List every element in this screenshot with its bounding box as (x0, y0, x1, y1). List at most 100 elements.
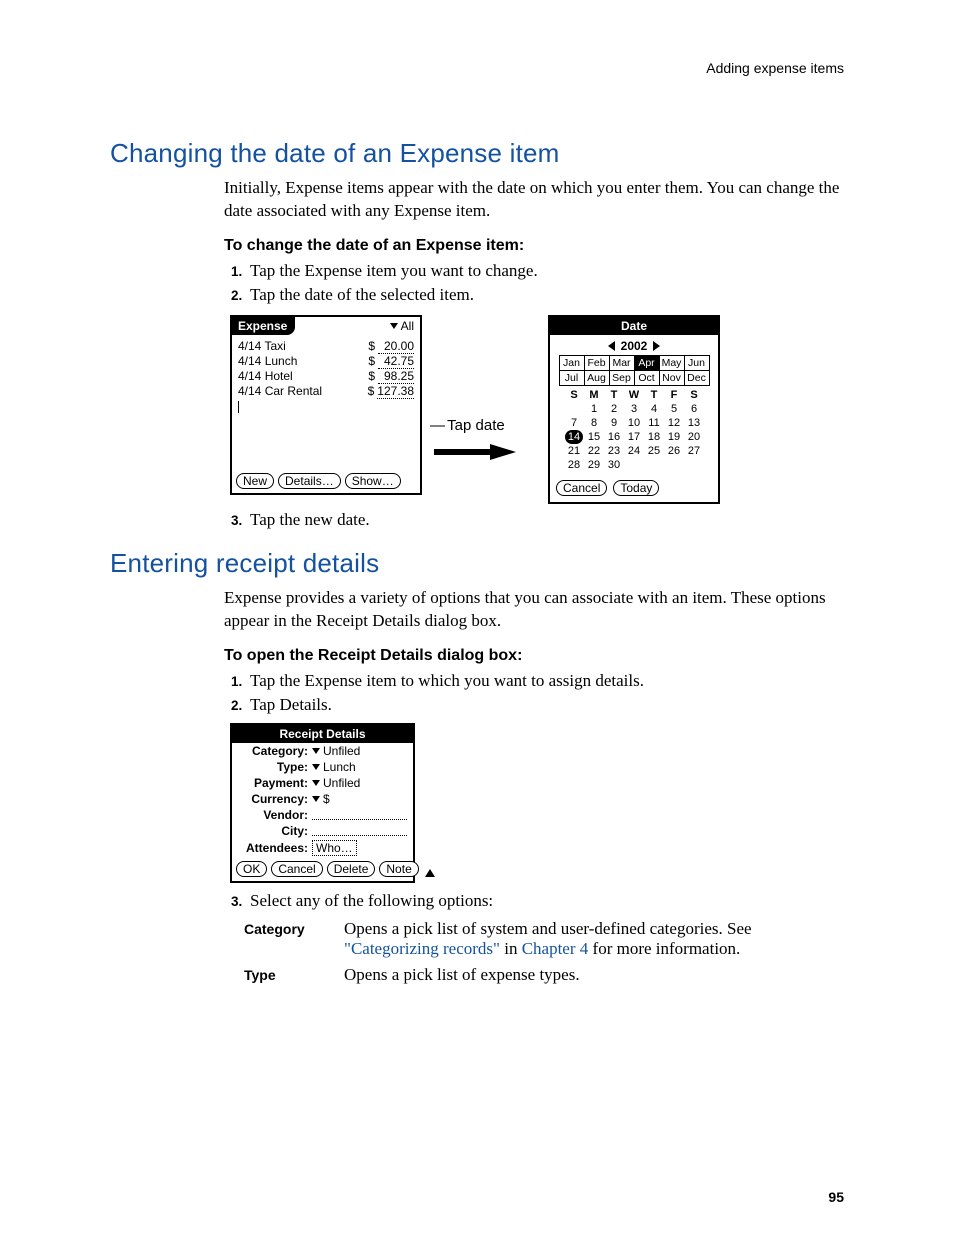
chevron-down-icon (312, 780, 320, 786)
chevron-down-icon (312, 748, 320, 754)
month-cell[interactable]: Jan (559, 355, 584, 370)
expense-row[interactable]: 4/14 Hotel $98.25 (238, 369, 414, 384)
currency-field[interactable]: Currency: $ (232, 791, 413, 807)
attendees-field[interactable]: Attendees: Who… (232, 839, 413, 857)
day-cell[interactable]: 5 (664, 402, 684, 416)
month-cell[interactable]: Sep (609, 370, 634, 385)
step-r1: Tap the Expense item to which you want t… (246, 671, 844, 691)
day-cell[interactable]: 6 (684, 402, 704, 416)
row-desc: 4/14 Hotel (238, 369, 293, 384)
new-button[interactable]: New (236, 473, 274, 489)
day-cell[interactable]: 29 (584, 458, 604, 472)
step-r3: Select any of the following options: (246, 891, 844, 911)
row-desc: 4/14 Lunch (238, 354, 297, 369)
month-cell[interactable]: May (659, 355, 684, 370)
expense-row[interactable]: 4/14 Lunch $42.75 (238, 354, 414, 369)
month-cell[interactable]: Mar (609, 355, 634, 370)
day-cell[interactable]: 20 (684, 430, 704, 444)
day-cell[interactable]: 17 (624, 430, 644, 444)
step-r2: Tap Details. (246, 695, 844, 715)
day-cell[interactable]: 13 (684, 416, 704, 430)
show-button[interactable]: Show… (345, 473, 401, 489)
day-cell[interactable]: 1 (584, 402, 604, 416)
day-cell[interactable]: 12 (664, 416, 684, 430)
row-desc: 4/14 Taxi (238, 339, 286, 354)
xref-categorizing-records[interactable]: "Categorizing records" (344, 939, 500, 958)
day-cell[interactable]: 21 (564, 444, 584, 458)
day-cell[interactable]: 19 (664, 430, 684, 444)
day-cell (644, 458, 664, 472)
chevron-down-icon (390, 323, 398, 329)
cancel-button[interactable]: Cancel (271, 861, 322, 877)
ok-button[interactable]: OK (236, 861, 267, 877)
category-field[interactable]: Category: Unfiled (232, 743, 413, 759)
section-title-date: Changing the date of an Expense item (110, 138, 844, 169)
day-cell[interactable]: 23 (604, 444, 624, 458)
option-row-category: Category Opens a pick list of system and… (244, 919, 844, 959)
dow-header: W (624, 388, 644, 402)
day-cell[interactable]: 15 (584, 430, 604, 444)
chevron-left-icon[interactable] (608, 341, 615, 351)
city-field[interactable]: City: (232, 823, 413, 839)
month-cell[interactable]: Jul (559, 370, 584, 385)
row-desc: 4/14 Car Rental (238, 384, 322, 399)
day-cell[interactable]: 24 (624, 444, 644, 458)
day-cell[interactable]: 25 (644, 444, 664, 458)
dow-header: S (684, 388, 704, 402)
option-term: Type (244, 965, 344, 985)
month-cell[interactable]: Aug (584, 370, 609, 385)
day-cell[interactable]: 30 (604, 458, 624, 472)
dow-header: F (664, 388, 684, 402)
dow-header: T (604, 388, 624, 402)
section2-intro: Expense provides a variety of options th… (224, 587, 844, 633)
day-cell[interactable]: 28 (564, 458, 584, 472)
expense-row[interactable]: 4/14 Taxi $20.00 (238, 339, 414, 354)
proc-title-date: To change the date of an Expense item: (224, 237, 844, 255)
day-cell[interactable]: 26 (664, 444, 684, 458)
step-1: Tap the Expense item you want to change. (246, 261, 844, 281)
month-cell[interactable]: Nov (659, 370, 684, 385)
receipt-title: Receipt Details (232, 725, 413, 743)
delete-button[interactable]: Delete (327, 861, 376, 877)
day-cell[interactable]: 7 (564, 416, 584, 430)
month-cell[interactable]: Oct (634, 370, 659, 385)
scroll-up-icon[interactable] (425, 869, 435, 877)
month-cell[interactable]: Dec (684, 370, 709, 385)
note-button[interactable]: Note (379, 861, 418, 877)
chevron-right-icon[interactable] (653, 341, 660, 351)
month-cell[interactable]: Apr (634, 355, 659, 370)
month-cell[interactable]: Feb (584, 355, 609, 370)
day-cell[interactable]: 11 (644, 416, 664, 430)
xref-chapter-4[interactable]: Chapter 4 (522, 939, 589, 958)
day-cell (684, 458, 704, 472)
text-cursor (238, 401, 239, 413)
expense-row[interactable]: 4/14 Car Rental $127.38 (238, 384, 414, 399)
day-cell[interactable]: 8 (584, 416, 604, 430)
chevron-down-icon (312, 796, 320, 802)
vendor-field[interactable]: Vendor: (232, 807, 413, 823)
category-popup[interactable]: All (390, 319, 420, 333)
day-cell[interactable]: 18 (644, 430, 664, 444)
day-cell[interactable]: 4 (644, 402, 664, 416)
cancel-button[interactable]: Cancel (556, 480, 607, 496)
day-cell[interactable]: 16 (604, 430, 624, 444)
section-title-receipt: Entering receipt details (110, 548, 844, 579)
day-cell[interactable]: 22 (584, 444, 604, 458)
date-picker: Date 2002 JanFebMarAprMayJunJulAugSepOct… (548, 315, 720, 504)
year-selector[interactable]: 2002 (550, 335, 718, 355)
page-number: 95 (828, 1189, 844, 1205)
day-cell[interactable]: 2 (604, 402, 624, 416)
day-cell[interactable]: 14 (564, 430, 584, 444)
day-cell[interactable]: 3 (624, 402, 644, 416)
type-field[interactable]: Type: Lunch (232, 759, 413, 775)
payment-field[interactable]: Payment: Unfiled (232, 775, 413, 791)
day-cell[interactable]: 27 (684, 444, 704, 458)
today-button[interactable]: Today (613, 480, 659, 496)
day-cell[interactable]: 9 (604, 416, 624, 430)
details-button[interactable]: Details… (278, 473, 341, 489)
year-label: 2002 (621, 339, 648, 353)
day-cell[interactable]: 10 (624, 416, 644, 430)
month-cell[interactable]: Jun (684, 355, 709, 370)
dow-header: S (564, 388, 584, 402)
step-2: Tap the date of the selected item. (246, 285, 844, 305)
